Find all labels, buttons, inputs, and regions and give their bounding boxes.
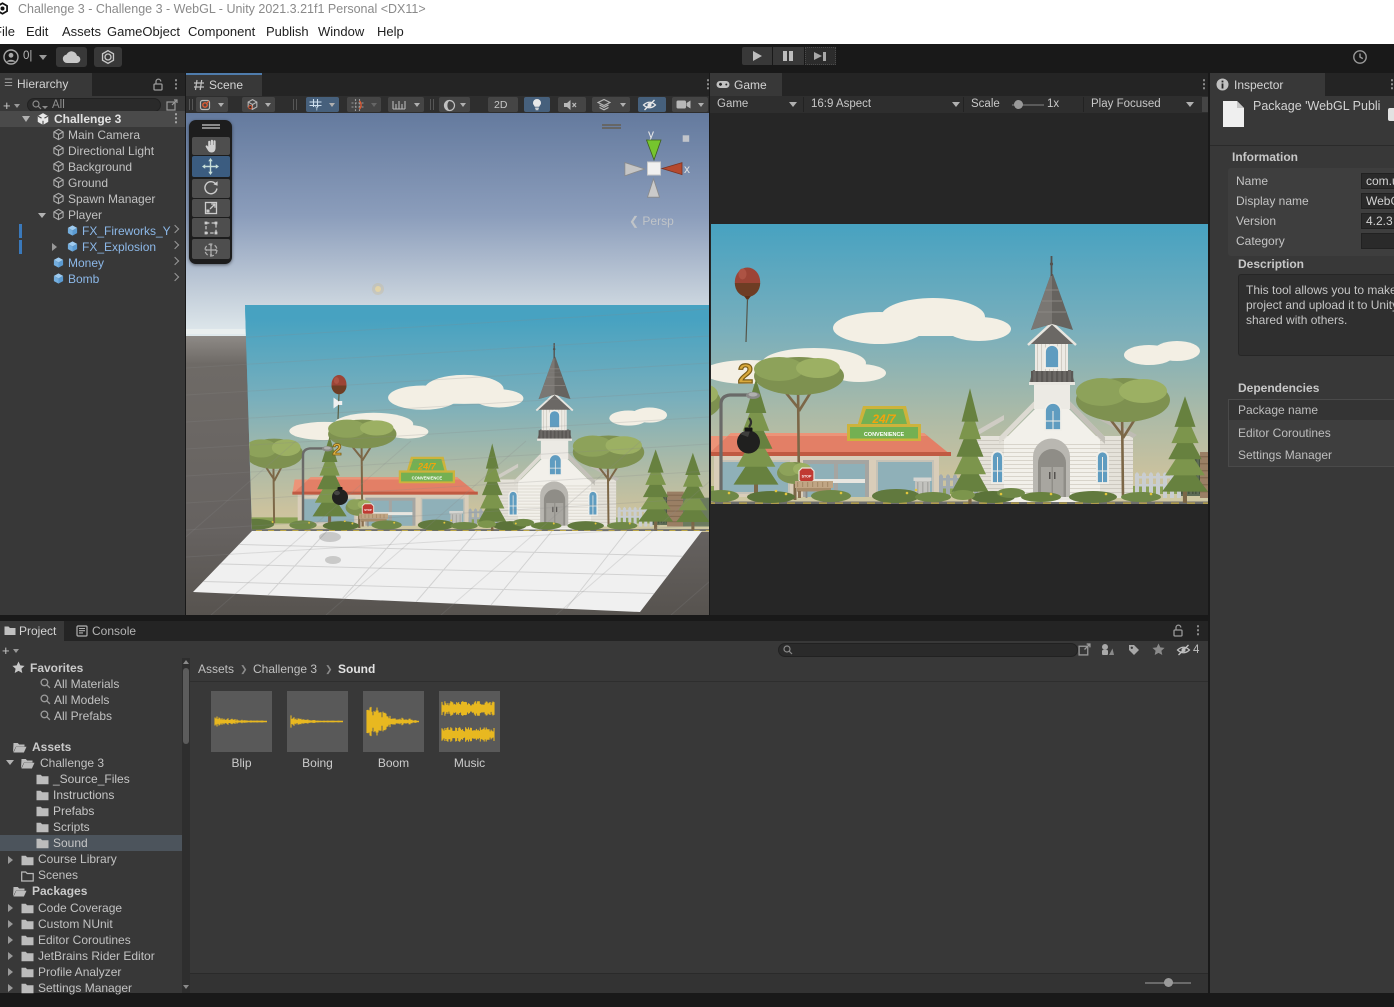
svg-text:x: x (684, 162, 690, 176)
svg-text:2: 2 (332, 440, 341, 459)
svg-text:y: y (648, 127, 654, 141)
svg-text:Y: Y (315, 106, 320, 112)
svg-text:2: 2 (738, 358, 754, 389)
